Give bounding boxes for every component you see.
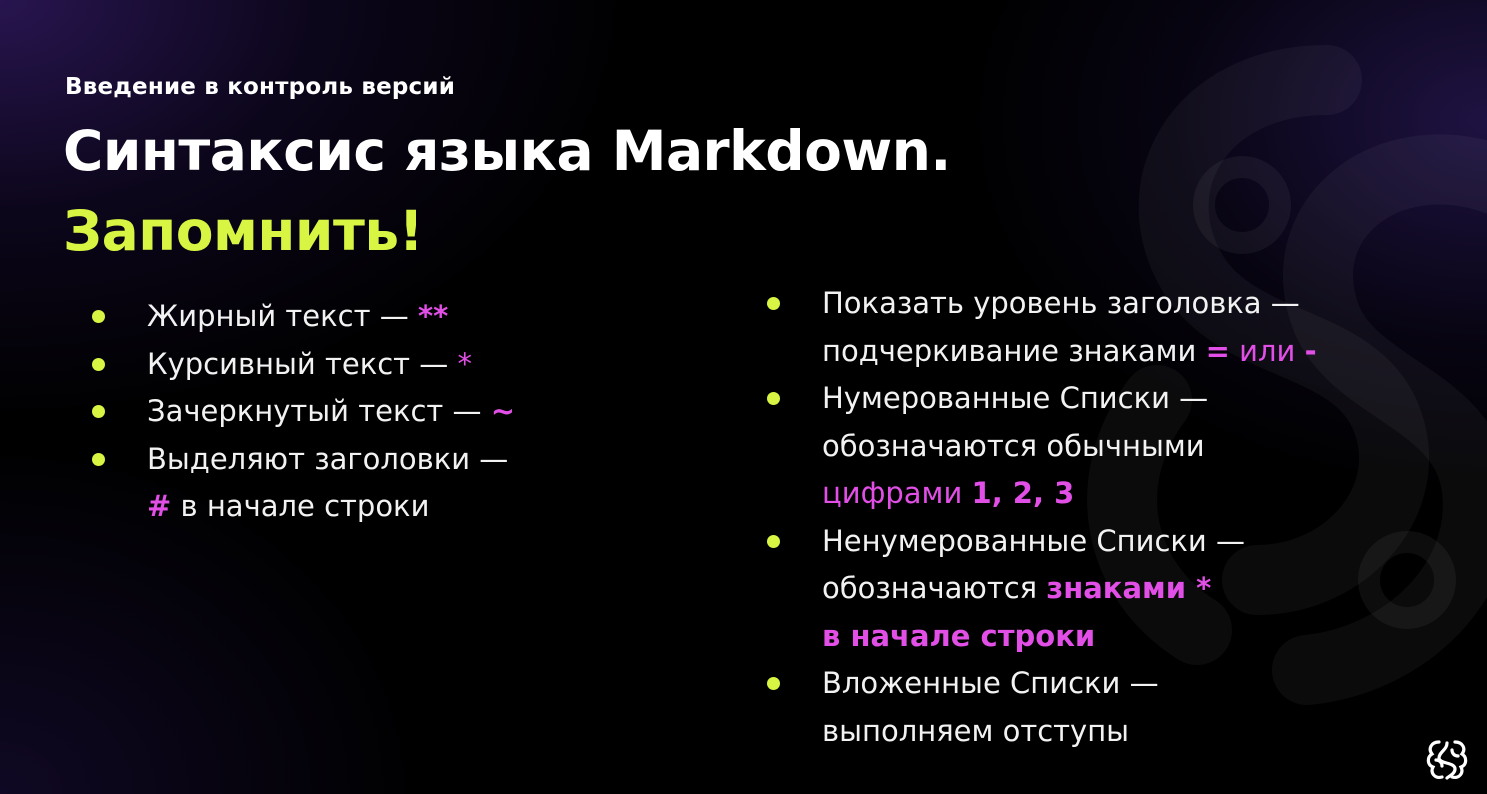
item-text: Выделяют заголовки —	[147, 441, 509, 476]
title-accent: Запомнить!	[63, 198, 424, 263]
list-item-headings: Выделяют заголовки — # в начале строки	[92, 436, 515, 531]
syntax-marker: -	[1304, 333, 1317, 368]
left-bullet-list: Жирный текст — ** Курсивный текст — * За…	[92, 293, 516, 531]
right-bullet-list: Показать уровень заголовка — подчеркиван…	[767, 280, 1422, 755]
syntax-marker: знаками *	[1046, 571, 1212, 605]
course-subtitle: Введение в контроль версий	[65, 74, 456, 100]
syntax-marker: #	[147, 489, 172, 523]
item-text-accent: в начале строки	[822, 618, 1096, 653]
list-item-heading-level: Показать уровень заголовка — подчеркиван…	[767, 280, 1422, 375]
item-text: Жирный текст —	[147, 299, 418, 333]
item-text-accent: или	[1229, 333, 1305, 368]
list-item-italic: Курсивный текст — *	[92, 341, 515, 389]
item-text: Курсивный текст —	[147, 346, 458, 381]
item-text: Зачеркнутый текст —	[147, 394, 491, 428]
item-text: обозначаются обычными	[822, 428, 1205, 463]
syntax-marker: *	[457, 346, 473, 381]
bullet-dot-icon	[767, 677, 780, 690]
list-item-nested: Вложенные Списки — выполняем отступы	[767, 660, 1422, 755]
syntax-marker: ~	[490, 394, 516, 428]
slide-title: Синтаксис языка Markdown. Запомнить!	[63, 112, 951, 272]
bullet-dot-icon	[767, 297, 780, 310]
syntax-marker: **	[417, 299, 449, 333]
item-text: обозначаются	[822, 571, 1047, 605]
syntax-marker: =	[1205, 333, 1230, 368]
syntax-marker: 1, 2, 3	[971, 476, 1075, 510]
list-item-unordered: Ненумерованные Списки — обозначаются зна…	[767, 518, 1422, 661]
bullet-dot-icon	[767, 534, 780, 548]
brain-logo-icon	[1426, 740, 1468, 780]
bullet-dot-icon	[767, 392, 780, 405]
list-item-bold: Жирный текст — **	[92, 293, 515, 341]
bullet-dot-icon	[92, 405, 105, 418]
title-main: Синтаксис языка Markdown.	[63, 119, 951, 183]
item-text: выполняем отступы	[822, 713, 1130, 748]
item-text: Показать уровень заголовка —	[822, 286, 1300, 320]
item-text: Вложенные Списки —	[822, 666, 1159, 700]
item-text: Нумерованные Списки —	[822, 381, 1209, 415]
item-text-accent: цифрами	[822, 476, 972, 510]
bullet-dot-icon	[92, 357, 105, 371]
bullet-dot-icon	[92, 310, 105, 323]
item-text: подчеркивание знаками	[822, 333, 1206, 368]
list-item-numbered: Нумерованные Списки — обозначаются обычн…	[767, 375, 1422, 518]
item-text: в начале строки	[171, 489, 430, 523]
item-text: Ненумерованные Списки —	[822, 523, 1245, 558]
bullet-dot-icon	[92, 452, 105, 466]
list-item-strikethrough: Зачеркнутый текст — ~	[92, 388, 516, 436]
